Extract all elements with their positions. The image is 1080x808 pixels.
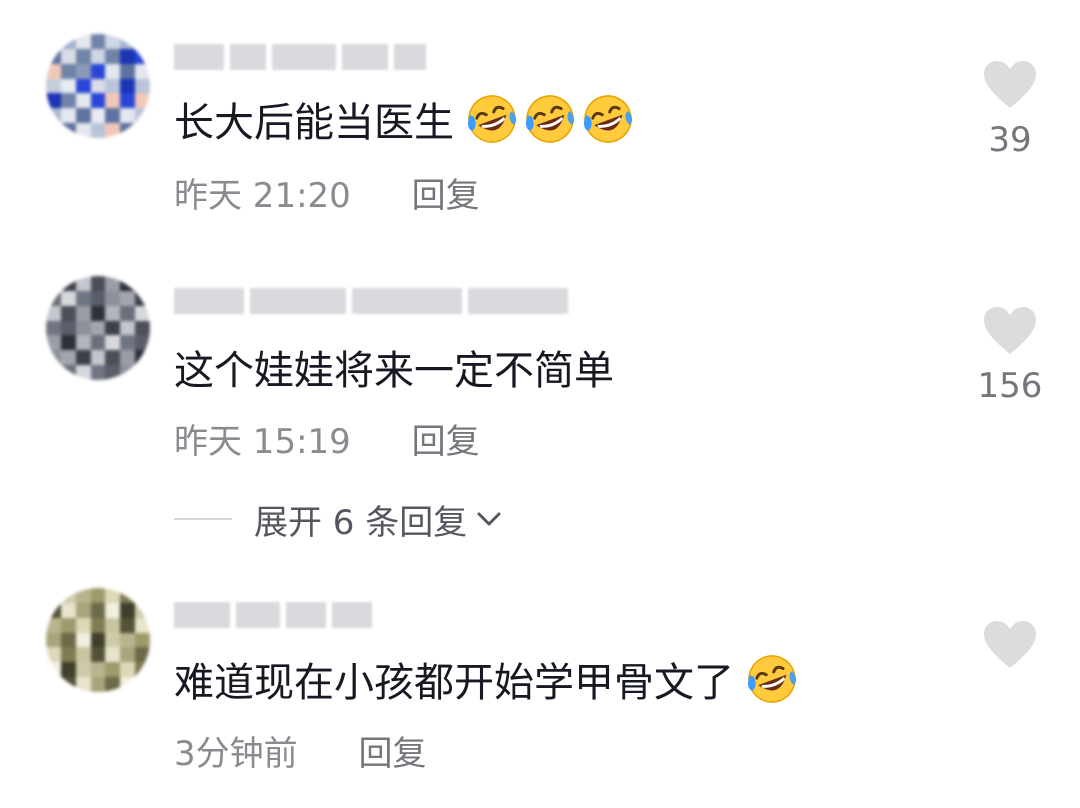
comment-time: 昨天 21:20 bbox=[174, 176, 351, 216]
comment-time: 3分钟前 bbox=[174, 734, 298, 774]
like-button[interactable] bbox=[960, 620, 1060, 680]
heart-icon bbox=[984, 61, 1036, 108]
comment-time: 昨天 15:19 bbox=[174, 422, 351, 462]
comment-text: 这个娃娃将来一定不简单 bbox=[174, 338, 614, 396]
comment-meta: 3分钟前 回复 bbox=[174, 726, 426, 775]
heart-icon bbox=[984, 621, 1036, 668]
divider bbox=[174, 518, 232, 520]
reply-button[interactable]: 回复 bbox=[412, 422, 480, 462]
comment-meta: 昨天 15:19 回复 bbox=[174, 414, 480, 463]
like-button[interactable]: 156 bbox=[960, 306, 1060, 406]
expand-replies-label: 展开 6 条回复 bbox=[254, 502, 468, 543]
comment-text: 难道现在小孩都开始学甲骨文了 bbox=[174, 650, 798, 708]
username-blurred[interactable] bbox=[174, 596, 372, 634]
like-count: 39 bbox=[988, 120, 1032, 160]
emoji-group bbox=[466, 93, 634, 145]
avatar[interactable] bbox=[46, 276, 150, 380]
comment-item: 难道现在小孩都开始学甲骨文了 3分钟前 回复 bbox=[0, 570, 1080, 808]
like-button[interactable]: 39 bbox=[960, 60, 1060, 160]
avatar[interactable] bbox=[46, 34, 150, 138]
comment-meta: 昨天 21:20 回复 bbox=[174, 168, 480, 217]
laughing-emoji-icon bbox=[525, 95, 575, 143]
laughing-emoji-icon bbox=[747, 655, 797, 703]
reply-button[interactable]: 回复 bbox=[412, 176, 480, 216]
heart-icon bbox=[984, 307, 1036, 354]
emoji-group bbox=[746, 653, 798, 705]
laughing-emoji-icon bbox=[467, 95, 517, 143]
avatar[interactable] bbox=[46, 588, 150, 692]
username-blurred[interactable] bbox=[174, 282, 568, 320]
laughing-emoji-icon bbox=[583, 95, 633, 143]
comment-text-content: 这个娃娃将来一定不简单 bbox=[174, 348, 614, 394]
expand-replies-button[interactable]: 展开 6 条回复 bbox=[174, 494, 505, 544]
username-blurred[interactable] bbox=[174, 38, 426, 76]
chevron-down-icon bbox=[477, 512, 501, 526]
comment-text-content: 长大后能当医生 bbox=[174, 100, 454, 146]
like-count: 156 bbox=[977, 366, 1043, 406]
comment-text: 长大后能当医生 bbox=[174, 90, 634, 148]
reply-button[interactable]: 回复 bbox=[358, 734, 426, 774]
comment-text-content: 难道现在小孩都开始学甲骨文了 bbox=[174, 660, 734, 706]
comment-item: 这个娃娃将来一定不简单 昨天 15:19 回复 156 bbox=[0, 240, 1080, 570]
comment-item: 长大后能当医生 昨天 21:20 回复 39 bbox=[0, 0, 1080, 240]
